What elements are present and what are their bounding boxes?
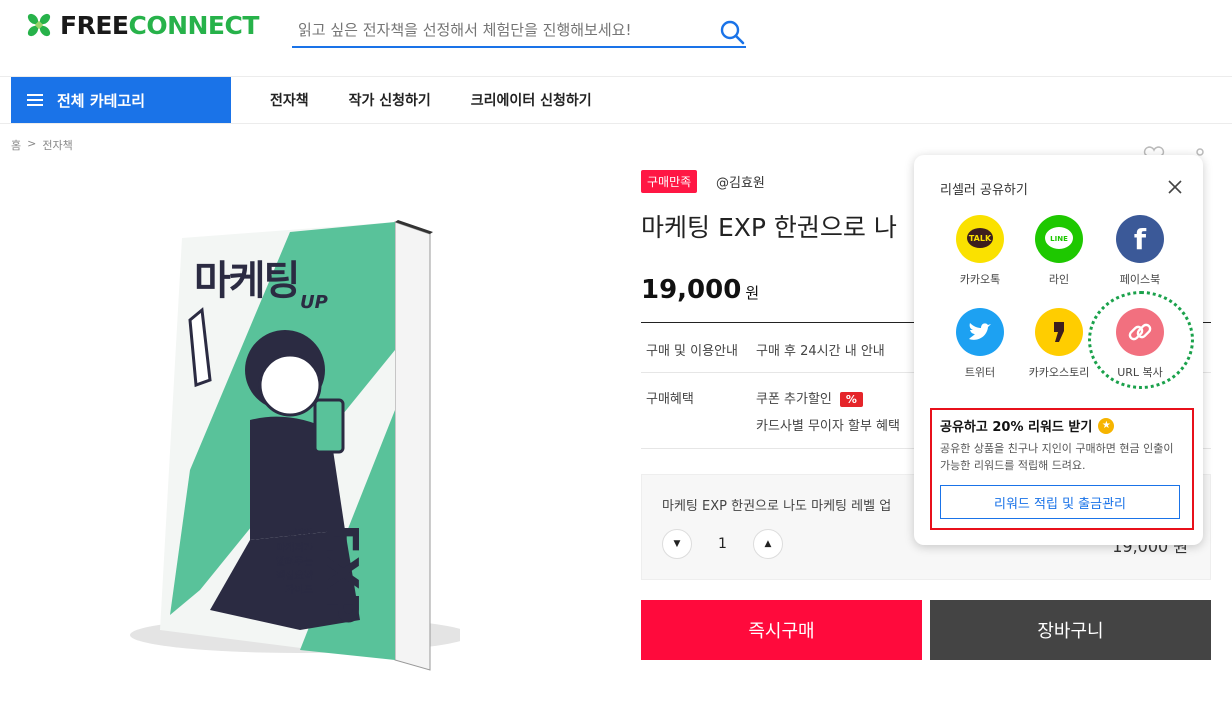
increase-button[interactable]: ▲: [752, 529, 783, 559]
buy-now-button[interactable]: 즉시구매: [641, 600, 922, 660]
close-icon[interactable]: [1167, 179, 1183, 195]
info-label-benefit: 구매혜택: [646, 392, 694, 407]
line-icon: LINE: [1035, 215, 1083, 263]
breadcrumb-home[interactable]: 홈: [11, 137, 21, 153]
svg-text:LINE: LINE: [1050, 235, 1068, 243]
menu-icon: [27, 94, 43, 106]
all-categories-label: 전체 카테고리: [57, 91, 146, 110]
book-cover-caption: 7년차 마케터가 알려주는 핵심요약 가이드: [276, 529, 313, 596]
kakaostory-icon: [1035, 308, 1083, 356]
breadcrumb-separator: >: [27, 137, 37, 150]
book-cover-exp: EXP: [316, 524, 367, 627]
svg-text:TALK: TALK: [969, 234, 992, 243]
author-name[interactable]: @김효원: [716, 172, 765, 191]
coin-icon: ★: [1098, 417, 1115, 434]
logo[interactable]: FREECONNECT: [24, 10, 259, 40]
reward-manage-button[interactable]: 리워드 적립 및 출금관리: [940, 485, 1180, 519]
search-input[interactable]: [292, 14, 692, 46]
product-price: 19,000 원: [641, 275, 760, 305]
kakaotalk-icon: TALK: [956, 215, 1004, 263]
reward-description: 공유한 상품을 친구나 지인이 구매하면 현금 인출이 가능한 리워드를 적립해…: [940, 442, 1174, 472]
info-label-usage: 구매 및 이용안내: [646, 344, 738, 359]
share-twitter[interactable]: 트위터: [940, 308, 1020, 380]
info-value-card: 카드사별 무이자 할부 혜택: [756, 419, 900, 434]
arrow-down-icon: ▼: [673, 539, 681, 549]
share-facebook[interactable]: f 페이스북: [1100, 215, 1180, 287]
logo-icon: [27, 13, 51, 37]
quantity-stepper: ▼ 1 ▲: [662, 529, 783, 559]
facebook-icon: f: [1116, 215, 1164, 263]
nav-link-creator-apply[interactable]: 크리에이터 신청하기: [471, 90, 592, 110]
search-bar: [292, 14, 746, 48]
reward-title: 공유하고 20% 리워드 받기 ★: [940, 416, 1115, 435]
twitter-icon: [956, 308, 1004, 356]
nav-links: 전자책 작가 신청하기 크리에이터 신청하기: [270, 77, 592, 123]
nav-link-author-apply[interactable]: 작가 신청하기: [349, 90, 431, 110]
quantity-value: 1: [718, 536, 727, 552]
share-line[interactable]: LINE 라인: [1019, 215, 1099, 287]
option-title: 마케팅 EXP 한권으로 나도 마케팅 레벨 업: [662, 499, 892, 514]
book-cover-title: 마케팅: [194, 258, 300, 304]
share-kakaotalk[interactable]: TALK 카카오톡: [940, 215, 1020, 287]
logo-text: FREECONNECT: [60, 10, 259, 40]
book-cover-image: 마케팅 UP EXP 7년차 마케터가 알려주는 핵심요약 가이드: [130, 210, 470, 680]
decrease-button[interactable]: ▼: [662, 529, 692, 559]
url-copy-highlight: [1088, 291, 1194, 389]
cart-button[interactable]: 장바구니: [930, 600, 1211, 660]
nav-bar: 전체 카테고리 전자책 작가 신청하기 크리에이터 신청하기: [0, 76, 1232, 124]
share-icon: [1196, 148, 1204, 156]
nav-link-ebook[interactable]: 전자책: [270, 90, 309, 110]
arrow-up-icon: ▲: [764, 539, 772, 549]
breadcrumb: 홈 > 전자책: [11, 137, 73, 153]
reward-box: 공유하고 20% 리워드 받기 ★ 공유한 상품을 친구나 지인이 구매하면 현…: [930, 408, 1194, 530]
reseller-share-popup: 리셀러 공유하기 TALK 카카오톡 LINE 라인 f 페이스북 트위터 카카…: [914, 155, 1203, 545]
info-value-coupon: 쿠폰 추가할인%: [756, 388, 863, 407]
breadcrumb-ebook[interactable]: 전자책: [42, 137, 72, 153]
coupon-percent-badge[interactable]: %: [839, 392, 863, 407]
share-kakaostory[interactable]: 카카오스토리: [1019, 308, 1099, 380]
satisfaction-badge: 구매만족: [641, 170, 698, 193]
product-title: 마케팅 EXP 한권으로 나: [641, 213, 897, 242]
all-categories-button[interactable]: 전체 카테고리: [11, 77, 231, 123]
book-cover-up: UP: [300, 292, 328, 313]
share-popup-title: 리셀러 공유하기: [940, 183, 1028, 198]
search-icon[interactable]: [718, 18, 746, 46]
info-value-usage: 구매 후 24시간 내 안내: [756, 344, 885, 359]
